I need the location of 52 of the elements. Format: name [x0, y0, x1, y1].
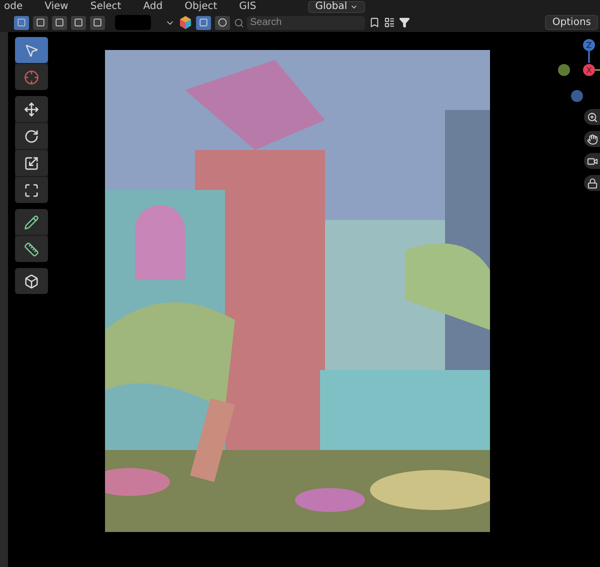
select-tool-button[interactable]: [15, 37, 48, 63]
pencil-icon: [24, 214, 39, 230]
rotate-icon: [24, 128, 39, 144]
hierarchy-icon[interactable]: [384, 17, 395, 28]
transform-tool-button[interactable]: [15, 177, 48, 203]
blank-panel: [115, 15, 151, 30]
annotate-tool-button[interactable]: [15, 209, 48, 235]
select-mode-button[interactable]: [71, 16, 86, 30]
overlay-button[interactable]: [196, 16, 211, 30]
search-field[interactable]: Search: [247, 16, 365, 30]
move-tool-button[interactable]: [15, 96, 48, 122]
scale-icon: [24, 156, 39, 170]
rotate-tool-button[interactable]: [15, 123, 48, 149]
measure-tool-button[interactable]: [15, 236, 48, 262]
negative-z-handle[interactable]: [570, 89, 584, 103]
filter-icon[interactable]: [399, 17, 410, 28]
pointer-icon: [24, 42, 39, 58]
negative-y-handle[interactable]: [558, 64, 570, 76]
select-mode-button[interactable]: [14, 16, 29, 30]
menu-item[interactable]: Select: [90, 0, 122, 12]
menu-item[interactable]: GIS: [239, 0, 256, 12]
select-mode-button[interactable]: [33, 16, 48, 30]
menu-item[interactable]: Add: [143, 0, 163, 12]
square-icon: [93, 18, 102, 27]
square-icon: [36, 18, 45, 27]
orientation-dropdown[interactable]: Global: [308, 0, 366, 12]
select-mode-button[interactable]: [90, 16, 105, 30]
menu-item[interactable]: Object: [184, 0, 218, 12]
bookmark-icon[interactable]: [369, 17, 380, 28]
add-cube-tool-button[interactable]: [15, 268, 48, 294]
scale-tool-button[interactable]: [15, 150, 48, 176]
menu-item[interactable]: View: [44, 0, 68, 12]
lock-icon[interactable]: [584, 175, 600, 191]
circle-icon: [218, 18, 227, 27]
hand-icon[interactable]: [584, 131, 600, 147]
cube-icon: [24, 274, 39, 288]
select-mode-button[interactable]: [52, 16, 67, 30]
crosshair-icon: [24, 70, 39, 84]
menu-item[interactable]: ode: [4, 0, 23, 12]
zoom-icon[interactable]: [584, 109, 600, 125]
options-button[interactable]: Options: [545, 15, 598, 30]
camera-icon[interactable]: [584, 153, 600, 169]
cursor-tool-button[interactable]: [15, 64, 48, 90]
shading-button[interactable]: [215, 16, 230, 30]
square-icon: [199, 18, 208, 27]
search-icon: [234, 18, 244, 28]
square-icon: [55, 18, 64, 27]
square-icon: [74, 18, 83, 27]
move-icon: [24, 102, 39, 116]
square-icon: [17, 18, 26, 27]
frame-icon: [24, 182, 39, 198]
ruler-icon: [24, 242, 39, 256]
